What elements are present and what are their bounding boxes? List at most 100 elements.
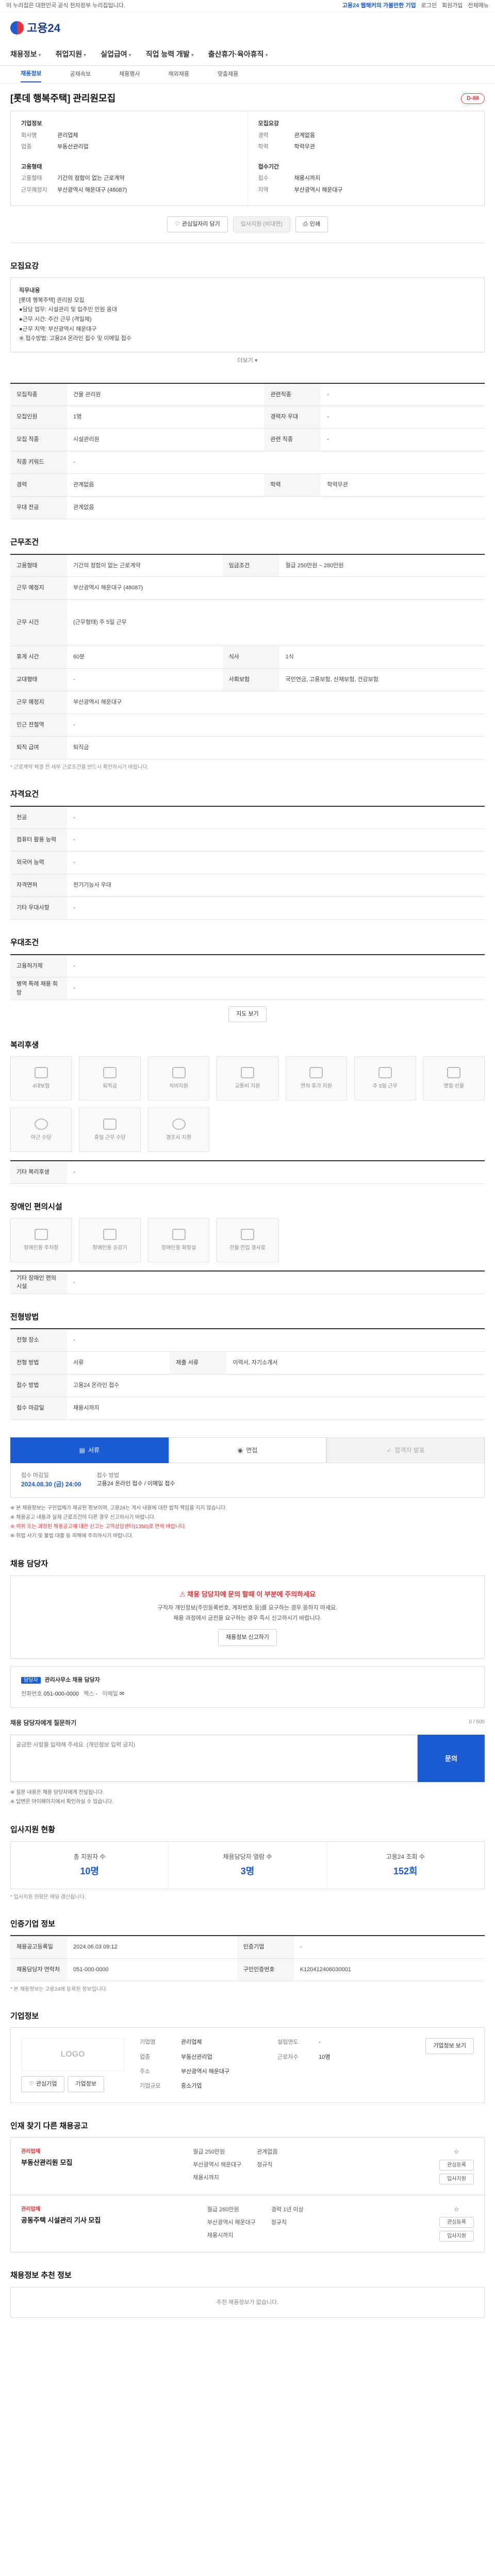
tab-result[interactable]: ✓ 합격자 발표	[326, 1437, 485, 1463]
snb-item[interactable]: 해외채용	[168, 70, 189, 79]
bookmark-icon[interactable]: ☆	[454, 2206, 459, 2214]
section-title: 인증기업 정보	[10, 1919, 55, 1928]
disability-section: 장애인 편의시설 장애인용 주차장 장애인용 승강기 장애인용 화장실 건물 진…	[0, 1184, 495, 1294]
question-input[interactable]	[10, 1735, 418, 1783]
contact-phone[interactable]: 051-000-0000	[44, 1691, 79, 1697]
section-title: 자격요건	[10, 790, 39, 799]
table-row: 근무 예정지 부산광역시 해운대구 (48087)	[10, 577, 485, 600]
selection-tabs-section: ▤ 서류 ◉ 면접 ✓ 합격자 발표 접수 마감일 2024.08.30 (금) 24…	[0, 1420, 495, 1541]
welfare-card: 명절 선물	[423, 1056, 485, 1101]
table-row: 기타 장애인 편의시설 -	[10, 1271, 485, 1294]
snb-item[interactable]: 공채속보	[70, 70, 90, 79]
qualification-section: 자격요건 전공 - 컴퓨터 활용 능력 - 외국어 능력 - 자격면허 전기기능사 우대…	[0, 771, 495, 920]
table-row: 컴퓨터 활용 능력 -	[10, 828, 485, 852]
tab-interview[interactable]: ◉ 면접	[168, 1437, 327, 1463]
job-summary: 기업정보 회사명 관리업체 업종 부동산관리업 고용형태 고용형태 기간의 정함이 없…	[10, 111, 485, 206]
table-row: 인근 전철역 -	[10, 714, 485, 737]
welfare-card: 경조사 지원	[147, 1108, 210, 1153]
tab-document[interactable]: ▤ 서류	[10, 1437, 169, 1463]
disability-other-table: 기타 장애인 편의시설 -	[10, 1270, 485, 1294]
chevron-down-icon: ▾	[38, 53, 41, 58]
dday-badge: D-88	[461, 93, 485, 104]
table-row: 기타 우대사항 -	[10, 896, 485, 920]
alert-icon: ⚠	[179, 1590, 188, 1598]
apply-button[interactable]: 입사지원	[439, 2231, 474, 2242]
chevron-down-icon: ▾	[128, 53, 131, 58]
facility-card: 장애인용 승강기	[79, 1218, 141, 1263]
gnb-item[interactable]: 채용정보 ▾	[10, 49, 41, 60]
section-title: 입사지원 현황	[10, 1825, 55, 1835]
section-title: 우대조건	[10, 938, 39, 947]
selection-table: 전형 장소 - 전형 방법 서류 제출 서류 이력서, 자기소개서 접수 방법 고용24 …	[10, 1328, 485, 1420]
snb-item[interactable]: 맞춤채용	[218, 70, 238, 79]
facility-card: 장애인용 화장실	[147, 1218, 210, 1263]
welfare-card: 퇴직금	[79, 1056, 141, 1101]
brand-mark-icon	[10, 21, 24, 35]
welfare-card: 연차 휴가 지원	[285, 1056, 348, 1101]
gnb-item[interactable]: 취업지원 ▾	[56, 49, 87, 60]
site-logo[interactable]: 고용24	[10, 20, 60, 37]
header: 고용24	[0, 12, 495, 43]
other-jobs-section: 인재 찾기 다른 채용공고 관리업체 부동산관리원 모집 월급 250만원 관계없…	[0, 2103, 495, 2253]
family-icon	[172, 1118, 186, 1130]
sub-nav: 채용정보 공채속보 채용행사 해외채용 맞춤채용	[0, 66, 495, 83]
apply-button[interactable]: 입사지원	[439, 2173, 474, 2184]
company-detail-button[interactable]: 기업정보 보기	[425, 2038, 474, 2054]
favorite-button[interactable]: 관심등록	[439, 2159, 474, 2171]
certified-table: 채용공고등록일 2024.06.03 09:12 인증기업 - 채용담당자 연락처 05…	[10, 1935, 485, 1981]
gift-icon	[447, 1066, 461, 1078]
table-row: 외국어 능력 -	[10, 851, 485, 875]
gnb-item[interactable]: 직업 능력 개발 ▾	[146, 49, 194, 60]
recruit-table-section: 모집직종 건물 관리원 관련직종 - 모집인원 1명 경력자 우대 - 모집 직종 시설관리원…	[0, 365, 495, 520]
restroom-icon	[172, 1228, 186, 1240]
report-button[interactable]: 채용정보 신고하기	[218, 1629, 277, 1647]
top-link-login[interactable]: 로그인	[421, 2, 437, 10]
section-title: 전형방법	[10, 1312, 39, 1321]
recruit-detail-box: 직무내용 [롯데 행복주택] 관리원 모집 ●담당 업무: 시설관리 및 입주민…	[10, 277, 485, 353]
job-link[interactable]: 부동산관리원 모집	[21, 2158, 72, 2168]
selection-tabs: ▤ 서류 ◉ 면접 ✓ 합격자 발표	[10, 1437, 485, 1463]
company-info-button[interactable]: 기업정보	[68, 2076, 104, 2092]
apply-button[interactable]: 입사지원 (비대면)	[233, 216, 290, 232]
snb-item[interactable]: 채용정보	[21, 70, 42, 82]
certified-section: 인증기업 정보 채용공고등록일 2024.06.03 09:12 인증기업 - 채용담…	[0, 1901, 495, 1993]
more-button[interactable]: 더보기 ▾	[10, 357, 485, 365]
section-title: 채용 담당자	[10, 1560, 48, 1569]
list-item[interactable]: 관리업체 공동주택 시설관리 기사 모집 월급 260만원 경력 1년 이상 부산…	[10, 2195, 485, 2253]
money-icon	[103, 1066, 117, 1078]
top-link-allmenu[interactable]: 전체메뉴	[468, 2, 489, 10]
section-title: 근무조건	[10, 538, 39, 547]
table-row: 직종 키워드 -	[10, 451, 485, 474]
favorite-company-button[interactable]: ♡ 관심기업	[21, 2076, 65, 2092]
snb-item[interactable]: 채용행사	[119, 70, 140, 79]
top-link-signup[interactable]: 회원가입	[442, 2, 463, 10]
table-row: 채용공고등록일 2024.06.03 09:12 인증기업 -	[10, 1936, 485, 1959]
gnb-item[interactable]: 출산휴가·육아휴직 ▾	[208, 49, 268, 60]
table-row: 우대 전공 관계없음	[10, 496, 485, 520]
chevron-down-icon: ▾	[191, 53, 194, 58]
interview-icon: ◉	[237, 1446, 243, 1454]
list-item[interactable]: 관리업체 부동산관리원 모집 월급 250만원 관계없음 부산광역시 해운대구 정규…	[10, 2137, 485, 2195]
gnb-item[interactable]: 실업급여 ▾	[101, 49, 131, 60]
chevron-down-icon: ▾	[254, 358, 258, 364]
empty-state: 추천 채용정보가 없습니다.	[10, 2286, 485, 2318]
table-row: 경력 관계없음 학력 학력무관	[10, 473, 485, 497]
scrap-button[interactable]: ♡ 관심일자리 담기	[167, 216, 228, 232]
preference-table: 고용허가제 - 병역 특례 채용 희망 -	[10, 954, 485, 1001]
table-row: 채용담당자 연락처 051-000-0000 구인인증번호 K120412406030…	[10, 1958, 485, 1981]
condition-section: 근무조건 고용형태 기간의 정함이 없는 근로계약 임금조건 월급 250만원 ~ 2…	[0, 519, 495, 771]
clock-icon	[34, 1118, 48, 1130]
chevron-down-icon: ▾	[265, 53, 268, 58]
welfare-card: 야근 수당	[10, 1108, 72, 1153]
bookmark-icon[interactable]: ☆	[454, 2148, 459, 2157]
favorite-button[interactable]: 관심등록	[439, 2217, 474, 2228]
section-title: 채용정보 추천 정보	[10, 2271, 72, 2280]
contact-card: 담당자 관리사무소 채용 담당자 전화번호 051-000-0000 팩스 - 이…	[10, 1666, 485, 1708]
map-button[interactable]: 지도 보기	[10, 1006, 485, 1022]
send-question-button[interactable]: 문의	[418, 1735, 485, 1783]
stat-item: 채용담당자 열람 수 3명	[168, 1841, 326, 1889]
job-link[interactable]: 공동주택 시설관리 기사 모집	[21, 2215, 101, 2226]
welfare-grid: 4대보험 퇴직금 식비지원 교통비 지원 연차 휴가 지원 주 5일 근무 명절…	[10, 1056, 485, 1153]
print-button[interactable]: ⎙ 인쇄	[295, 216, 328, 232]
top-link-featured[interactable]: 고용24 웹해커의 가볼만한 기업	[342, 2, 416, 10]
